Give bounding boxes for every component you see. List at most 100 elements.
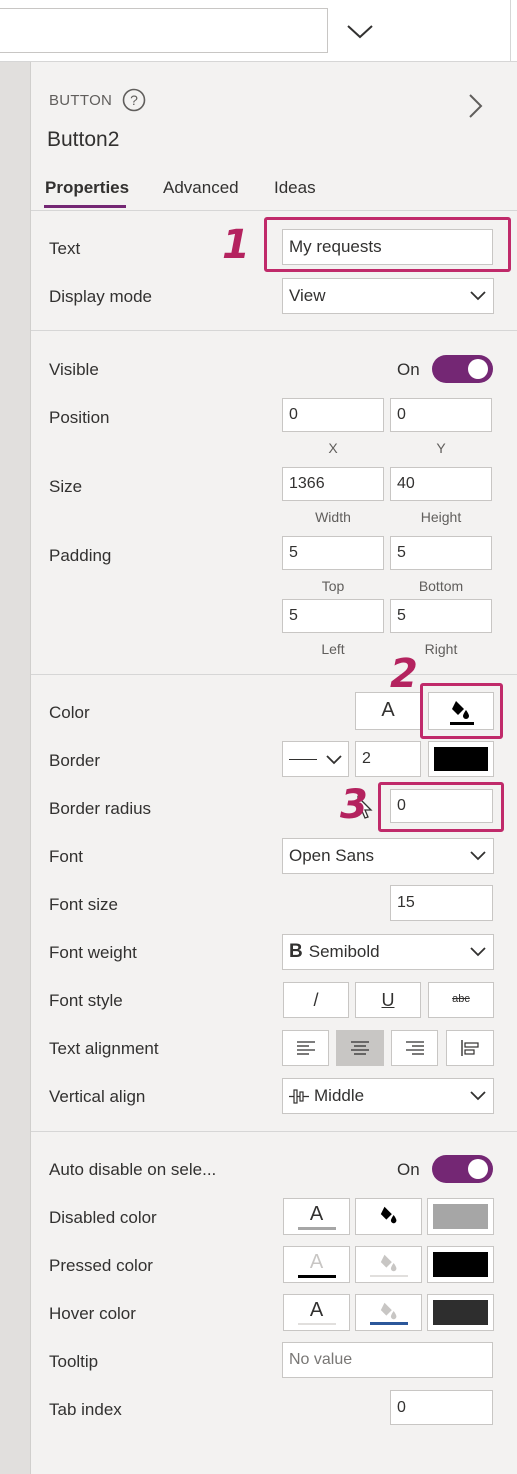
border-label: Border [49, 751, 101, 770]
border-color-swatch[interactable] [428, 741, 494, 777]
top-caption: Top [321, 578, 345, 594]
toggle-knob [468, 1159, 488, 1179]
size-label: Size [49, 477, 83, 496]
border-style-dropdown[interactable] [282, 741, 349, 777]
hover-text-color-button[interactable]: A [283, 1294, 350, 1331]
visible-state-text: On [397, 360, 420, 379]
font-dropdown[interactable]: Open Sans [282, 838, 494, 874]
text-label: Text [49, 239, 81, 258]
text-color-glyph: A [309, 1251, 324, 1273]
text-color-glyph: A [309, 1299, 324, 1321]
auto-disable-toggle[interactable] [432, 1155, 493, 1183]
y-caption: Y [436, 440, 446, 456]
display-mode-dropdown[interactable]: View [282, 278, 494, 314]
text-color-button[interactable]: A [355, 692, 421, 730]
chevron-right-icon[interactable] [466, 92, 484, 120]
chevron-down-icon [470, 291, 486, 301]
padding-left-input[interactable]: 5 [282, 599, 384, 633]
italic-button[interactable]: / [283, 982, 349, 1018]
color-underline [298, 1227, 336, 1230]
border-width-input[interactable]: 2 [355, 741, 421, 777]
annotation-box-3 [378, 782, 504, 832]
font-weight-value: Semibold [308, 942, 380, 961]
tooltip-input[interactable]: No value [282, 1342, 493, 1378]
tab-index-input[interactable]: 0 [390, 1390, 493, 1425]
tooltip-label: Tooltip [49, 1352, 99, 1371]
paint-bucket-icon [380, 1302, 397, 1320]
tab-index-label: Tab index [49, 1400, 122, 1419]
text-color-glyph: A [309, 1203, 324, 1225]
height-caption: Height [420, 509, 462, 525]
text-alignment-label: Text alignment [49, 1039, 159, 1058]
visible-label: Visible [49, 360, 99, 379]
pressed-color-fill [433, 1252, 488, 1277]
font-size-input[interactable]: 15 [390, 885, 493, 921]
tab-ideas[interactable]: Ideas [274, 178, 316, 198]
vertical-middle-icon [289, 1089, 309, 1104]
position-y-input[interactable]: 0 [390, 398, 492, 432]
align-left-icon [297, 1041, 315, 1055]
chevron-down-icon [470, 1091, 486, 1101]
disabled-fill-color-button[interactable] [355, 1198, 422, 1235]
position-x-input[interactable]: 0 [282, 398, 384, 432]
hover-border-color-swatch[interactable] [427, 1294, 494, 1331]
tab-properties[interactable]: Properties [45, 178, 129, 198]
x-caption: X [328, 440, 338, 456]
color-underline [298, 1323, 336, 1325]
toggle-knob [468, 359, 488, 379]
font-style-label: Font style [49, 991, 123, 1010]
width-caption: Width [315, 509, 351, 525]
color-label: Color [49, 703, 90, 722]
color-underline [370, 1275, 408, 1277]
align-left-button[interactable] [282, 1030, 329, 1066]
text-color-glyph: A [381, 699, 395, 721]
chevron-down-icon[interactable] [343, 16, 377, 46]
padding-bottom-input[interactable]: 5 [390, 536, 492, 570]
align-justify-button[interactable] [446, 1030, 494, 1066]
padding-top-input[interactable]: 5 [282, 536, 384, 570]
help-icon[interactable]: ? [122, 88, 146, 112]
tab-advanced[interactable]: Advanced [163, 178, 239, 198]
pressed-color-label: Pressed color [49, 1256, 153, 1275]
visible-toggle[interactable] [432, 355, 493, 383]
auto-disable-state-text: On [397, 1160, 420, 1179]
pressed-fill-color-button[interactable] [355, 1246, 422, 1283]
formula-input[interactable] [0, 8, 328, 53]
border-radius-label: Border radius [49, 799, 152, 818]
size-width-input[interactable]: 1366 [282, 467, 384, 501]
chevron-down-icon [470, 947, 486, 957]
align-center-button[interactable] [336, 1030, 384, 1066]
position-label: Position [49, 408, 110, 427]
color-underline [298, 1275, 336, 1278]
svg-text:?: ? [130, 92, 138, 108]
padding-label: Padding [49, 546, 112, 565]
disabled-color-label: Disabled color [49, 1208, 157, 1227]
chevron-down-icon [470, 851, 486, 861]
vertical-align-dropdown[interactable]: Middle [282, 1078, 494, 1114]
display-mode-value: View [289, 286, 326, 305]
size-height-input[interactable]: 40 [390, 467, 492, 501]
canvas-edge [0, 62, 31, 1474]
annotation-number-1: 1 [222, 222, 250, 268]
underline-button[interactable]: U [355, 982, 421, 1018]
border-color-fill [434, 747, 488, 771]
divider [510, 0, 511, 62]
divider [31, 210, 517, 211]
align-right-button[interactable] [391, 1030, 438, 1066]
padding-right-input[interactable]: 5 [390, 599, 492, 633]
left-caption: Left [321, 641, 345, 657]
strikethrough-button[interactable]: abc [428, 982, 494, 1018]
align-justify-icon [461, 1040, 479, 1056]
hover-fill-color-button[interactable] [355, 1294, 422, 1331]
pressed-border-color-swatch[interactable] [427, 1246, 494, 1283]
pressed-text-color-button[interactable]: A [283, 1246, 350, 1283]
bottom-caption: Bottom [418, 578, 464, 594]
font-label: Font [49, 847, 84, 866]
font-weight-dropdown[interactable]: B Semibold [282, 934, 494, 970]
disabled-text-color-button[interactable]: A [283, 1198, 350, 1235]
formula-bar [0, 0, 517, 62]
disabled-border-color-swatch[interactable] [427, 1198, 494, 1235]
color-underline [370, 1322, 408, 1325]
strikethrough-icon: abc [452, 993, 470, 1005]
control-name: Button2 [47, 128, 120, 151]
